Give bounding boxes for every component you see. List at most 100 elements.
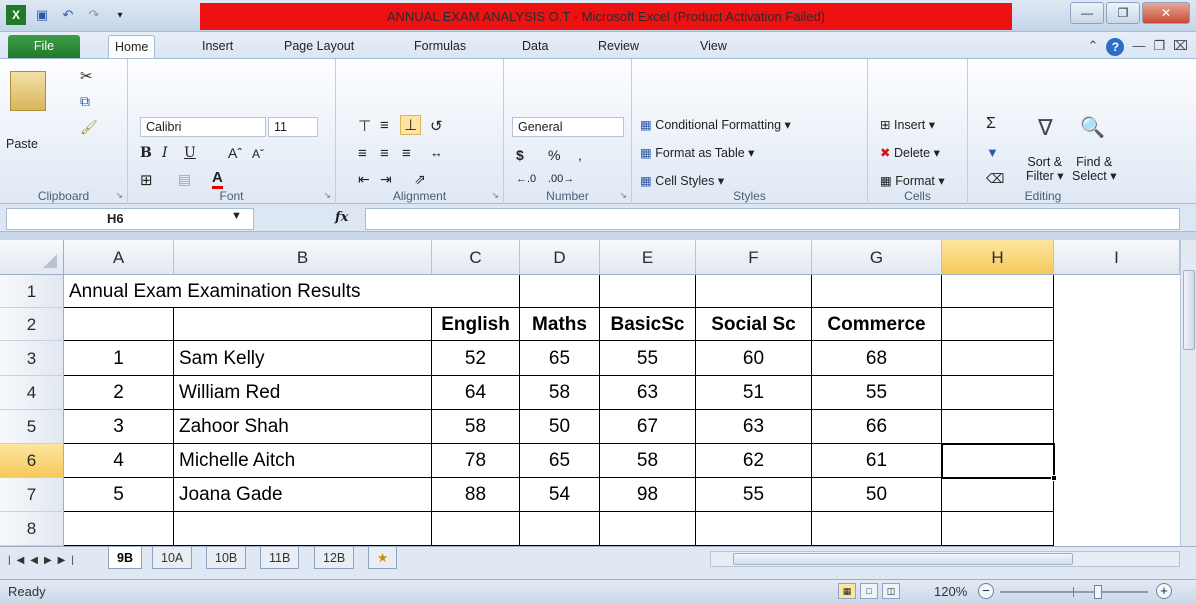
align-bottom-icon[interactable]: ⊥ xyxy=(400,115,422,135)
bold-icon[interactable]: B xyxy=(140,145,152,161)
paste-button[interactable]: Paste xyxy=(6,137,38,151)
tab-home[interactable]: Home xyxy=(108,35,156,58)
sheet-nav-buttons[interactable]: |◀◀▶▶| xyxy=(8,555,80,566)
row-header-3[interactable]: 3 xyxy=(0,341,64,376)
table-row-score[interactable]: 52 xyxy=(432,341,520,376)
increase-decimal-icon[interactable]: ←.0 xyxy=(516,173,536,185)
cell-g8[interactable] xyxy=(812,512,942,546)
table-row-name[interactable]: Michelle Aitch xyxy=(174,444,432,478)
zoom-slider[interactable] xyxy=(1000,585,1148,599)
column-header-e[interactable]: E xyxy=(600,240,696,275)
clear-icon[interactable]: ⌫ xyxy=(986,171,1004,187)
cell-c8[interactable] xyxy=(432,512,520,546)
cell-h7[interactable] xyxy=(942,478,1054,512)
find-select-button[interactable]: Find & Select ▾ xyxy=(1072,155,1117,183)
insert-sheet-icon[interactable]: ★ xyxy=(368,547,398,569)
cell-e8[interactable] xyxy=(600,512,696,546)
column-header-d[interactable]: D xyxy=(520,240,600,275)
percent-icon[interactable]: % xyxy=(548,147,560,163)
cell-h4[interactable] xyxy=(942,376,1054,410)
table-row-score[interactable]: 58 xyxy=(432,410,520,444)
cell-h2[interactable] xyxy=(942,308,1054,341)
table-row-score[interactable]: 64 xyxy=(432,376,520,410)
table-row-score[interactable]: 55 xyxy=(600,341,696,376)
cell-h5[interactable] xyxy=(942,410,1054,444)
row-header-5[interactable]: 5 xyxy=(0,410,64,444)
autosum-icon[interactable]: Σ xyxy=(986,115,996,133)
align-center-icon[interactable]: ≡ xyxy=(380,145,389,162)
tab-page-layout[interactable]: Page Layout xyxy=(278,35,360,58)
table-row-no[interactable]: 1 xyxy=(64,341,174,376)
sheet-tab-11b[interactable]: 11B xyxy=(260,547,300,569)
column-header-i[interactable]: I xyxy=(1054,240,1180,275)
table-row-score[interactable]: 66 xyxy=(812,410,942,444)
table-row-name[interactable]: Joana Gade xyxy=(174,478,432,512)
row-header-7[interactable]: 7 xyxy=(0,478,64,512)
insert-function-icon[interactable]: fx xyxy=(335,210,348,225)
delete-cells-button[interactable]: ✖ Delete ▾ xyxy=(880,145,940,160)
shrink-font-icon[interactable]: Aˇ xyxy=(252,147,264,161)
font-name-select[interactable]: Calibri xyxy=(140,117,266,137)
minimize-ribbon-icon[interactable]: ⌃ xyxy=(1087,38,1098,56)
horizontal-scrollbar[interactable] xyxy=(710,551,1180,567)
decrease-indent-icon[interactable]: ⇤ xyxy=(358,171,370,188)
zoom-slider-knob[interactable] xyxy=(1094,585,1102,599)
table-row-score[interactable]: 50 xyxy=(812,478,942,512)
table-row-name[interactable]: William Red xyxy=(174,376,432,410)
find-select-icon[interactable]: 🔍 xyxy=(1080,115,1105,140)
cell-g1[interactable] xyxy=(812,275,942,308)
customize-qat-icon[interactable]: ▾ xyxy=(110,5,130,25)
table-row-score[interactable]: 54 xyxy=(520,478,600,512)
normal-view-icon[interactable]: ▦ xyxy=(838,583,856,599)
number-launcher-icon[interactable]: ↘ xyxy=(619,190,627,201)
align-top-icon[interactable]: ⊤ xyxy=(358,117,371,135)
tab-review[interactable]: Review xyxy=(592,35,645,58)
comma-style-icon[interactable]: , xyxy=(578,147,582,163)
increase-indent-icon[interactable]: ⇥ xyxy=(380,171,392,188)
font-launcher-icon[interactable]: ↘ xyxy=(323,190,331,201)
name-box-dropdown-icon[interactable]: ▼ xyxy=(231,210,242,222)
table-row-score[interactable]: 63 xyxy=(600,376,696,410)
conditional-formatting-button[interactable]: ▦ Conditional Formatting ▾ xyxy=(640,117,791,132)
formula-input[interactable] xyxy=(365,208,1180,230)
table-row-no[interactable]: 4 xyxy=(64,444,174,478)
align-right-icon[interactable]: ≡ xyxy=(402,145,411,162)
borders-icon[interactable]: ⊞ xyxy=(140,171,153,189)
name-box[interactable]: H6 ▼ xyxy=(6,208,254,230)
undo-icon[interactable]: ↶ xyxy=(58,5,78,25)
table-row-score[interactable]: 58 xyxy=(600,444,696,478)
table-row-score[interactable]: 63 xyxy=(696,410,812,444)
page-layout-view-icon[interactable]: □ xyxy=(860,583,878,599)
column-header-f[interactable]: F xyxy=(696,240,812,275)
tab-data[interactable]: Data xyxy=(516,35,554,58)
active-cell-selection[interactable] xyxy=(941,443,1057,481)
cell-e1[interactable] xyxy=(600,275,696,308)
column-header-a[interactable]: A xyxy=(64,240,174,275)
table-row-score[interactable]: 78 xyxy=(432,444,520,478)
paste-icon[interactable] xyxy=(10,71,46,111)
sheet-tab-10a[interactable]: 10A xyxy=(152,547,193,569)
column-header-c[interactable]: C xyxy=(432,240,520,275)
page-break-view-icon[interactable]: ◫ xyxy=(882,583,900,599)
cell-a8[interactable] xyxy=(64,512,174,546)
horizontal-scroll-thumb[interactable] xyxy=(733,553,1073,565)
row-header-8[interactable]: 8 xyxy=(0,512,64,546)
table-row-score[interactable]: 68 xyxy=(812,341,942,376)
header-basicsc[interactable]: BasicSc xyxy=(600,308,696,341)
currency-icon[interactable]: $ xyxy=(516,147,524,163)
minimize-button[interactable]: — xyxy=(1070,2,1104,24)
table-row-no[interactable]: 2 xyxy=(64,376,174,410)
format-cells-button[interactable]: ▦ Format ▾ xyxy=(880,173,945,188)
vertical-scrollbar[interactable] xyxy=(1180,240,1196,546)
clipboard-launcher-icon[interactable]: ↘ xyxy=(115,190,123,201)
zoom-level[interactable]: 120% xyxy=(934,584,967,599)
close-workbook-icon[interactable]: ⌧ xyxy=(1173,38,1188,56)
wrap-text-icon[interactable]: ↺ xyxy=(430,117,443,135)
sheet-tab-9b[interactable]: 9B xyxy=(108,547,142,569)
cell-b2[interactable] xyxy=(174,308,432,341)
tab-file[interactable]: File xyxy=(8,35,80,58)
restore-button[interactable]: ❐ xyxy=(1106,2,1140,24)
sheet-tab-12b[interactable]: 12B xyxy=(314,547,355,569)
table-row-score[interactable]: 61 xyxy=(812,444,942,478)
fill-handle[interactable] xyxy=(1051,475,1057,481)
